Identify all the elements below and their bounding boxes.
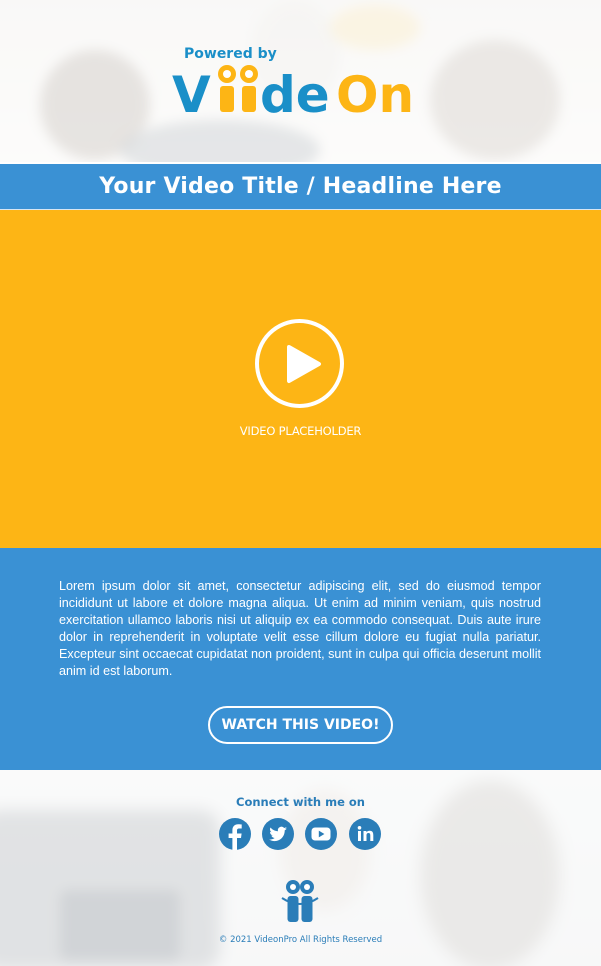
play-button[interactable] xyxy=(255,319,344,408)
copyright-text: © 2021 VideonPro All Rights Reserved xyxy=(218,935,383,945)
videon-wordmark: V de On xyxy=(170,64,432,118)
footer-logo xyxy=(279,878,321,924)
twitter-icon xyxy=(262,818,294,850)
svg-text:de: de xyxy=(260,66,330,118)
facebook-icon xyxy=(219,818,251,850)
brand-logo: Powered by V de On xyxy=(170,44,435,124)
powered-by-label: Powered by xyxy=(184,46,277,62)
svg-text:On: On xyxy=(336,66,414,118)
connect-label: Connect with me on xyxy=(236,795,365,809)
figure-i-icon xyxy=(218,65,258,112)
svg-text:V: V xyxy=(172,66,211,118)
linkedin-icon xyxy=(349,818,381,850)
youtube-link[interactable] xyxy=(304,817,338,851)
figures-logo-icon xyxy=(281,880,319,922)
page-title: Your Video Title / Headline Here xyxy=(99,174,502,199)
youtube-icon xyxy=(305,818,337,850)
twitter-link[interactable] xyxy=(261,817,295,851)
video-placeholder-label: VIDEO PLACEHOLDER xyxy=(239,424,362,438)
body-text: Lorem ipsum dolor sit amet, consectetur … xyxy=(59,579,541,678)
facebook-link[interactable] xyxy=(218,817,252,851)
watch-video-button[interactable]: WATCH THIS VIDEO! xyxy=(208,706,393,744)
play-icon xyxy=(287,345,321,383)
title-bar: Your Video Title / Headline Here xyxy=(0,162,601,210)
linkedin-link[interactable] xyxy=(348,817,382,851)
